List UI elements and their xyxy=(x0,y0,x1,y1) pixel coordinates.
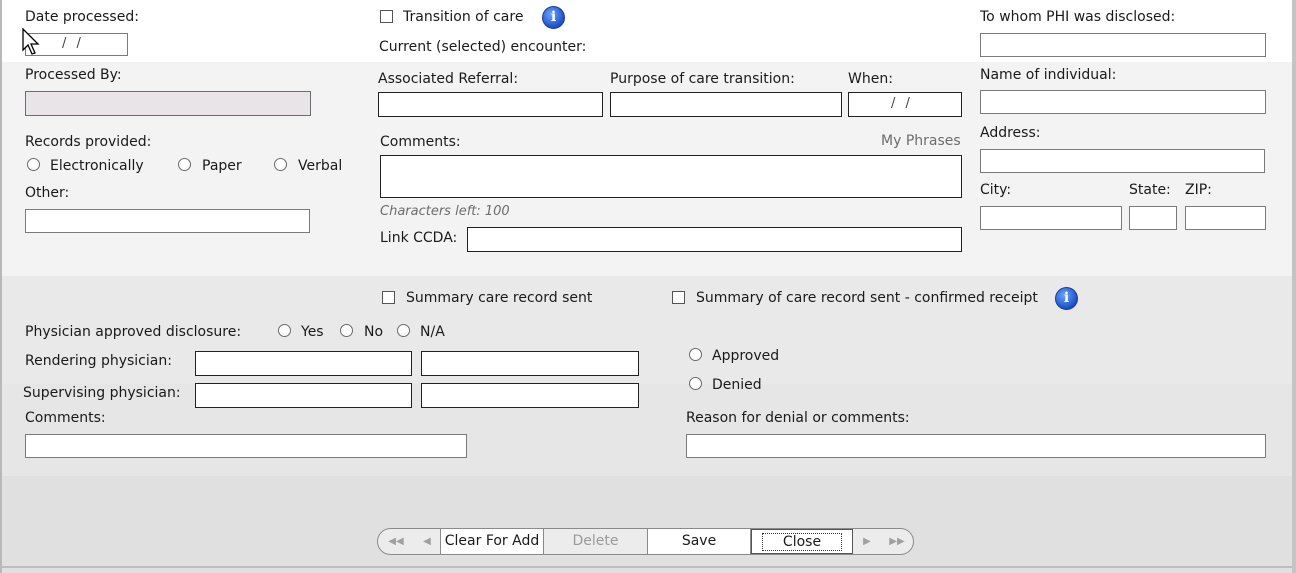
approved-na-radio[interactable] xyxy=(397,324,410,337)
associated-referral-input[interactable] xyxy=(378,92,603,117)
electronically-label: Electronically xyxy=(50,158,144,174)
record-navigation-bar: ◀◀ ◀ Clear For Add Delete Save Close ▶ ▶… xyxy=(377,528,914,555)
summary-comments-input[interactable] xyxy=(25,434,467,458)
comments-label: Comments: xyxy=(380,134,461,150)
delete-button[interactable]: Delete xyxy=(544,529,647,554)
records-provided-label: Records provided: xyxy=(25,134,152,150)
physician-approved-label: Physician approved disclosure: xyxy=(25,324,242,340)
transition-of-care-label: Transition of care xyxy=(403,9,524,25)
rendering-physician-label: Rendering physician: xyxy=(25,353,172,369)
reason-for-denial-input[interactable] xyxy=(686,434,1266,458)
na-label: N/A xyxy=(420,324,445,340)
no-label: No xyxy=(364,324,384,340)
comments-textarea[interactable] xyxy=(380,155,962,198)
rendering-physician-input-2[interactable] xyxy=(421,351,639,376)
current-encounter-label: Current (selected) encounter: xyxy=(379,39,587,55)
when-date-input[interactable]: / / xyxy=(848,92,962,117)
left-arrow-icon: ◀ xyxy=(423,536,431,547)
close-button-label: Close xyxy=(761,533,843,551)
verbal-radio[interactable] xyxy=(274,158,287,171)
my-phrases-link[interactable]: My Phrases xyxy=(881,133,961,149)
double-left-arrow-icon: ◀◀ xyxy=(388,536,404,547)
first-record-button[interactable]: ◀◀ xyxy=(378,529,414,554)
supervising-physician-input-2[interactable] xyxy=(421,383,639,408)
next-record-button[interactable]: ▶ xyxy=(853,529,881,554)
footer-divider xyxy=(0,566,1292,568)
when-date-value: / / xyxy=(891,96,913,111)
supervising-physician-label: Supervising physician: xyxy=(23,385,181,401)
approved-label: Approved xyxy=(712,348,780,364)
mouse-cursor-icon xyxy=(22,28,40,55)
summary-care-sent-label: Summary care record sent xyxy=(406,290,593,306)
other-label: Other: xyxy=(25,185,70,201)
name-of-individual-label: Name of individual: xyxy=(980,67,1117,83)
yes-label: Yes xyxy=(301,324,324,340)
city-label: City: xyxy=(980,182,1012,198)
zip-input[interactable] xyxy=(1185,206,1266,230)
denied-label: Denied xyxy=(712,377,762,393)
address-input[interactable] xyxy=(980,149,1265,173)
approved-no-radio[interactable] xyxy=(340,324,353,337)
purpose-of-care-label: Purpose of care transition: xyxy=(610,71,795,87)
link-ccda-label: Link CCDA: xyxy=(380,230,458,246)
zip-label: ZIP: xyxy=(1185,182,1212,198)
summary-comments-label: Comments: xyxy=(25,410,106,426)
processed-by-input xyxy=(25,91,311,116)
associated-referral-label: Associated Referral: xyxy=(378,71,519,87)
window-left-edge xyxy=(0,0,2,573)
paper-radio[interactable] xyxy=(178,158,191,171)
denied-radio[interactable] xyxy=(689,377,702,390)
rendering-physician-input-1[interactable] xyxy=(195,351,412,376)
transition-of-care-checkbox[interactable] xyxy=(380,10,393,23)
close-button[interactable]: Close xyxy=(751,529,853,554)
info-icon[interactable]: i xyxy=(1055,287,1078,310)
paper-label: Paper xyxy=(202,158,242,174)
supervising-physician-input-1[interactable] xyxy=(195,383,412,408)
summary-care-sent-checkbox[interactable] xyxy=(382,291,395,304)
reason-for-denial-label: Reason for denial or comments: xyxy=(686,410,910,426)
to-whom-phi-input[interactable] xyxy=(980,33,1266,57)
prev-record-button[interactable]: ◀ xyxy=(414,529,440,554)
characters-left-counter: Characters left: 100 xyxy=(380,204,510,219)
info-icon[interactable]: i xyxy=(542,6,565,29)
to-whom-phi-label: To whom PHI was disclosed: xyxy=(980,9,1176,25)
last-record-button[interactable]: ▶▶ xyxy=(881,529,913,554)
right-arrow-icon: ▶ xyxy=(863,536,871,547)
other-input[interactable] xyxy=(25,209,310,233)
when-label: When: xyxy=(848,71,893,87)
link-ccda-input[interactable] xyxy=(467,227,962,252)
approved-radio[interactable] xyxy=(689,348,702,361)
date-processed-label: Date processed: xyxy=(25,9,139,25)
double-right-arrow-icon: ▶▶ xyxy=(889,536,905,547)
city-input[interactable] xyxy=(980,206,1122,230)
approved-yes-radio[interactable] xyxy=(278,324,291,337)
date-processed-value: / / xyxy=(62,36,84,51)
state-input[interactable] xyxy=(1129,206,1177,230)
processed-by-label: Processed By: xyxy=(25,67,122,83)
form-section-comments xyxy=(0,384,1292,476)
purpose-of-care-input[interactable] xyxy=(610,92,842,117)
name-of-individual-input[interactable] xyxy=(980,90,1266,114)
address-label: Address: xyxy=(980,125,1041,141)
summary-confirmed-label: Summary of care record sent - confirmed … xyxy=(696,290,1038,306)
verbal-label: Verbal xyxy=(298,158,343,174)
state-label: State: xyxy=(1129,182,1171,198)
summary-confirmed-checkbox[interactable] xyxy=(672,291,685,304)
save-button[interactable]: Save xyxy=(647,529,751,554)
electronically-radio[interactable] xyxy=(27,158,40,171)
window-right-edge xyxy=(1292,0,1296,573)
clear-for-add-button[interactable]: Clear For Add xyxy=(440,529,544,554)
form-footer xyxy=(0,476,1292,573)
